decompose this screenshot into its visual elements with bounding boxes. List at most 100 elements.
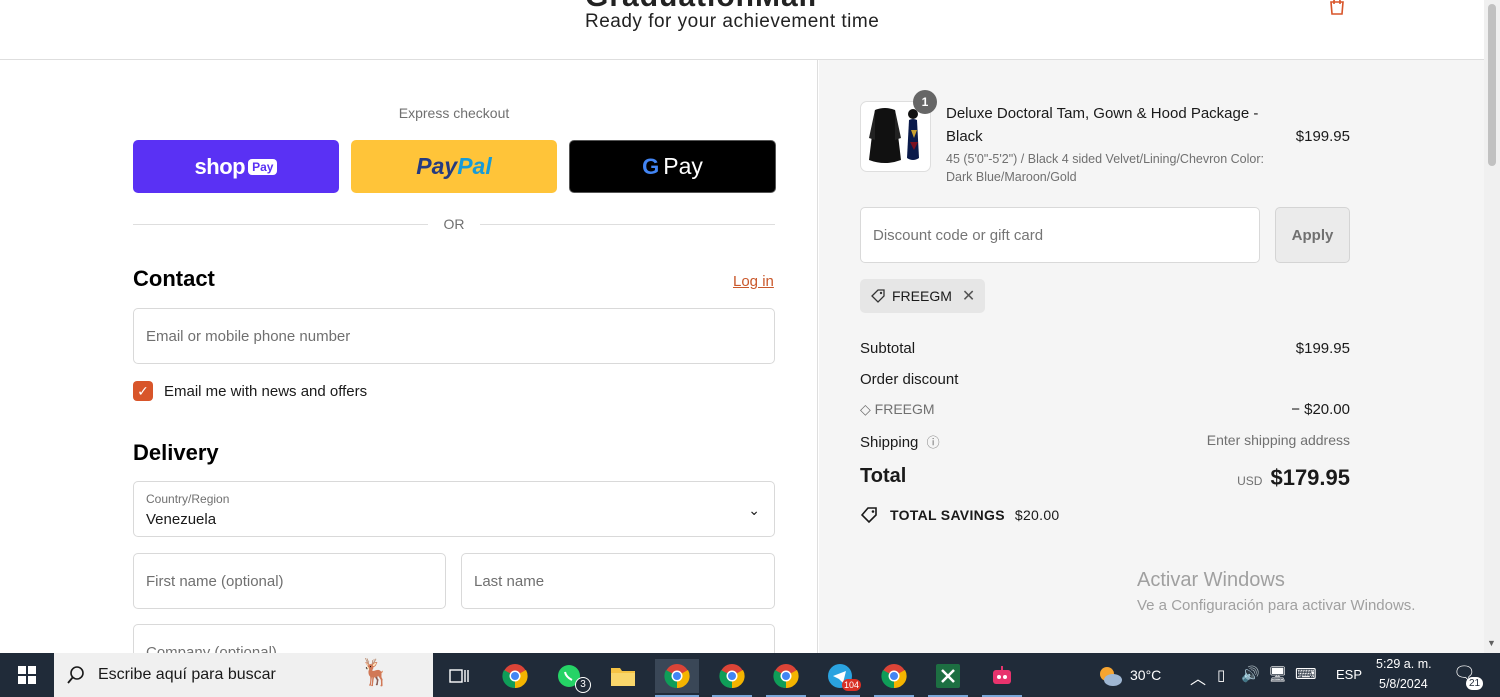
shipping-value: Enter shipping address <box>1206 432 1350 448</box>
chrome-profile-2-icon[interactable] <box>714 659 750 693</box>
shop-pay-button[interactable]: shop Pay <box>133 140 339 193</box>
shop-pay-wordmark: shop <box>194 153 246 179</box>
excel-icon[interactable] <box>930 659 966 693</box>
antelope-icon: 🦌 <box>359 657 392 687</box>
country-region-label: Country/Region <box>146 492 230 506</box>
email-field-wrapper <box>133 308 775 364</box>
savings-value: $20.00 <box>1014 507 1060 523</box>
file-explorer-icon[interactable] <box>605 659 641 693</box>
discount-code-input[interactable] <box>861 208 1259 262</box>
volume-icon[interactable]: 🔊 <box>1241 665 1260 683</box>
last-name-field[interactable] <box>462 554 774 608</box>
shop-pay-badge: Pay <box>248 158 278 175</box>
chrome-active-icon[interactable] <box>655 659 699 693</box>
page-scrollbar[interactable]: ▼ <box>1484 0 1500 653</box>
total-row: Total USD $179.95 <box>860 465 1350 495</box>
first-name-wrapper <box>133 553 446 609</box>
divider-right <box>480 224 775 225</box>
shipping-label: Shipping <box>860 434 919 451</box>
store-header: GraduationMall Ready for your achievemen… <box>0 0 1484 60</box>
clock-date[interactable]: 5/8/2024 <box>1379 677 1428 691</box>
subtotal-label: Subtotal <box>860 340 916 357</box>
scroll-down-arrow-icon[interactable]: ▼ <box>1487 638 1496 648</box>
total-value: $179.95 <box>1270 465 1350 490</box>
whatsapp-icon[interactable]: 3 <box>551 659 591 693</box>
total-currency: USD <box>1237 474 1263 488</box>
network-icon[interactable]: 🖥 <box>1268 665 1287 683</box>
product-variant: 45 (5'0"-5'2") / Black 4 sided Velvet/Li… <box>946 152 1264 184</box>
show-hidden-icons-icon[interactable]: ︿ <box>1190 665 1206 689</box>
first-name-field[interactable] <box>134 554 445 608</box>
contact-heading: Contact <box>133 266 215 291</box>
windows-start-button[interactable] <box>0 653 54 697</box>
company-field[interactable] <box>134 625 774 653</box>
company-wrapper <box>133 624 775 653</box>
task-view-icon[interactable] <box>441 659 477 693</box>
google-pay-button[interactable]: G Pay <box>569 140 776 193</box>
windows-activation-subtitle: Ve a Configuración para activar Windows. <box>1137 597 1416 614</box>
taskbar-search-placeholder: Escribe aquí para buscar <box>98 666 276 683</box>
savings-tag-icon <box>860 507 877 524</box>
shipping-row: Shipping ⓘ Enter shipping address <box>860 432 1350 451</box>
whatsapp-badge: 3 <box>575 677 591 693</box>
chrome-icon[interactable] <box>497 659 533 693</box>
discount-input-wrapper <box>860 207 1260 263</box>
savings-label: TOTAL SAVINGS <box>890 507 1005 523</box>
keyboard-icon[interactable]: ⌨ <box>1295 665 1317 683</box>
scrollbar-thumb[interactable] <box>1488 4 1496 166</box>
discount-amount: − $20.00 <box>1291 401 1350 418</box>
discount-code-row: ◇ FREEGM − $20.00 <box>860 401 1350 418</box>
paypal-wordmark-b: Pal <box>457 153 492 179</box>
chrome-profile-4-icon[interactable] <box>876 659 912 693</box>
robot-app-icon[interactable] <box>984 659 1020 693</box>
last-name-wrapper <box>461 553 775 609</box>
country-region-select[interactable]: Country/Region Venezuela ⌄ <box>133 481 775 537</box>
divider-left <box>133 224 428 225</box>
order-summary: 1 Deluxe Doctoral Tam, Gown & Hood Packa… <box>819 60 1484 653</box>
windows-activation-title: Activar Windows <box>1137 569 1285 591</box>
checkout-form: Express checkout shop Pay Pay Pal G Pay O… <box>0 60 818 653</box>
checkout-page: GraduationMall Ready for your achievemen… <box>0 0 1500 653</box>
apply-button[interactable]: Apply <box>1275 207 1350 263</box>
log-in-link[interactable]: Log in <box>733 273 774 290</box>
windows-taskbar: Escribe aquí para buscar 🦌 3 104 30°C ︿ … <box>0 653 1500 697</box>
telegram-badge: 104 <box>842 679 862 691</box>
delivery-heading: Delivery <box>133 440 219 465</box>
help-circle-icon[interactable]: ⓘ <box>927 435 940 450</box>
total-label: Total <box>860 465 907 487</box>
tag-icon <box>871 289 885 303</box>
store-tagline: Ready for your achievement time <box>585 11 880 32</box>
clock-time[interactable]: 5:29 a. m. <box>1376 657 1432 671</box>
meet-now-icon[interactable]: ▯ <box>1217 666 1225 684</box>
notification-count: 21 <box>1466 677 1484 690</box>
paypal-button[interactable]: Pay Pal <box>351 140 557 193</box>
subtotal-value: $199.95 <box>1295 340 1350 357</box>
total-savings: TOTAL SAVINGS $20.00 <box>860 506 1060 524</box>
express-checkout-title: Express checkout <box>398 105 510 121</box>
quantity-badge: 1 <box>913 90 937 114</box>
tag-icon: ◇ <box>860 401 875 417</box>
or-divider-label: OR <box>433 216 475 232</box>
windows-logo-icon <box>18 666 36 684</box>
weather-icon[interactable] <box>1092 659 1128 693</box>
remove-discount-icon[interactable]: ✕ <box>962 286 975 306</box>
telegram-icon[interactable]: 104 <box>822 659 862 693</box>
google-pay-label: Pay <box>663 153 703 179</box>
total-amount: USD $179.95 <box>1237 465 1350 491</box>
product-name: Deluxe Doctoral Tam, Gown & Hood Package… <box>946 105 1259 145</box>
chrome-profile-3-icon[interactable] <box>768 659 804 693</box>
news-offers-label: Email me with news and offers <box>164 383 368 400</box>
order-discount-label: Order discount <box>860 371 959 388</box>
discount-code-line: ◇ FREEGM <box>860 401 935 417</box>
shopping-bag-icon[interactable] <box>1327 0 1347 16</box>
input-language[interactable]: ESP <box>1336 667 1362 682</box>
email-field[interactable] <box>134 309 774 363</box>
news-offers-checkbox[interactable]: ✓ <box>133 381 153 401</box>
taskbar-search[interactable]: Escribe aquí para buscar 🦌 <box>54 653 433 697</box>
weather-temperature: 30°C <box>1130 667 1162 683</box>
applied-code-label: FREEGM <box>892 288 952 304</box>
subtotal-row: Subtotal $199.95 <box>860 340 1350 357</box>
chevron-down-icon: ⌄ <box>748 502 760 518</box>
paypal-wordmark-a: Pay <box>416 153 458 179</box>
product-price: $199.95 <box>1295 128 1350 145</box>
